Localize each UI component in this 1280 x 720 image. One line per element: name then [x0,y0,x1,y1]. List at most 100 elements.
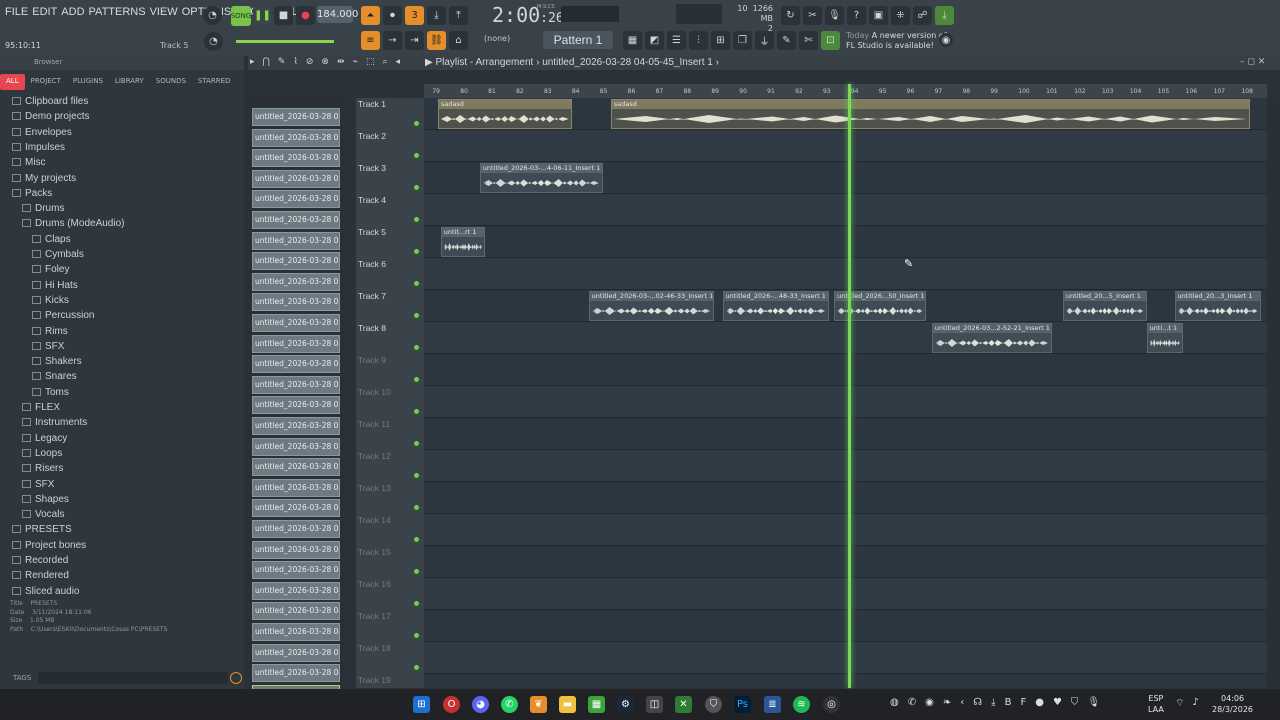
track-label[interactable]: Track 13 [358,483,391,493]
track-lane[interactable] [424,322,1267,354]
pattern-item[interactable]: untitled_2026-03-28 04-... [252,540,340,559]
news-panel[interactable]: Today A newer version of FL Studio is ava… [846,31,947,51]
pattern-item[interactable]: untitled_2026-03-28 04-... [252,602,340,621]
track-mute-led[interactable] [414,217,419,222]
browser-item[interactable]: Rendered [12,570,69,581]
pattern-item[interactable]: untitled_2026-03-28 03-... [252,211,340,229]
browser-item[interactable]: Kicks [32,295,69,306]
track-label[interactable]: Track 6 [358,259,386,269]
browser-item[interactable]: Instruments [22,417,87,428]
slip-icon[interactable]: ⇹ [337,57,345,67]
mute-icon[interactable]: ⊗ [321,57,329,67]
tray-shield-icon[interactable]: ⛉ [1071,697,1079,708]
link-icon[interactable]: ⛓ [427,31,446,50]
zoom-icon[interactable]: ⌕ [382,57,387,67]
pattern-item[interactable]: untitled_2026-03-28 03-... [252,334,340,353]
tray-headset-icon[interactable]: ☊ [973,697,982,708]
playhead[interactable] [848,84,852,688]
track-label[interactable]: Track 18 [358,643,391,653]
pattern-item[interactable]: untitled_2026-03-28 03-... [252,520,340,538]
spotify-icon[interactable]: ≋ [793,696,810,713]
playback-icon[interactable]: ◂ [396,57,401,67]
track-lane[interactable] [424,610,1267,642]
track-lane[interactable] [424,226,1267,258]
track-label[interactable]: Track 11 [358,419,390,429]
pattern-item[interactable]: untitled_2026-03-28 03-... [252,437,340,456]
browser-item[interactable]: Rims [32,326,68,337]
pattern-item[interactable]: untitled_2026-03-28 04-... [252,643,340,662]
playlist-tools[interactable]: ▸ ⋂ ✎ ⌇ ⊘ ⊗ ⇹ ⌁ ⬚ ⌕ ◂ [250,57,400,67]
track-label[interactable]: Track 19 [358,675,391,685]
tray-whatsapp-icon[interactable]: ✆ [908,697,916,708]
audio-clip[interactable]: sadasd [437,99,572,129]
tray-red-icon[interactable]: ♥ [1053,697,1062,708]
browser-item[interactable]: Drums (ModeAudio) [22,218,124,229]
browser-item[interactable]: Drums [22,203,64,214]
pattern-item[interactable]: untitled_2026-03-28 03-... [252,417,340,435]
browser-item[interactable]: Claps [32,234,71,245]
browser-item[interactable]: Envelopes [12,127,72,138]
menu-add[interactable]: ADD [61,6,84,18]
metronome-dial-icon[interactable]: ◔ [203,6,222,25]
master-volume-slider[interactable] [236,40,334,43]
store-icon[interactable]: ◫ [646,696,663,713]
undo-icon[interactable]: ↻ [781,6,800,25]
track-lane[interactable] [424,386,1267,418]
tags-input[interactable] [38,672,228,684]
track-mute-led[interactable] [414,409,419,414]
pattern-item[interactable]: untitled_2026-03-28 03-... [252,128,340,147]
audio-clip[interactable]: untitled_2026-...48-33_Insert 1 [722,291,829,321]
microphone-icon[interactable]: 🎙 [825,6,844,25]
track-label[interactable]: Track 15 [358,547,391,557]
clipboard-icon[interactable]: ❐ [733,31,752,50]
browser-tab-starred[interactable]: STARRED [192,74,237,90]
midi-icon[interactable]: ⁜ [891,6,910,25]
browser-item[interactable]: Shapes [22,494,69,505]
track-label[interactable]: Track 17 [358,611,391,621]
track-lane[interactable] [424,130,1267,162]
track-lane[interactable] [424,194,1267,226]
stop-icon[interactable]: ■ [274,6,293,25]
track-lane[interactable] [424,674,1267,688]
track-mute-led[interactable] [414,633,419,638]
track-lane[interactable] [424,546,1267,578]
opera-icon[interactable]: O [443,696,460,713]
track-mute-led[interactable] [414,537,419,542]
pattern-item[interactable]: untitled_2026-03-28 04-... [252,664,340,683]
select-icon[interactable]: ⬚ [366,57,375,67]
track-label[interactable]: Track 14 [358,515,391,525]
browser-item[interactable]: Clipboard files [12,96,88,107]
download-icon[interactable]: ⤓ [935,6,954,25]
browser-item[interactable]: Misc [12,157,46,168]
browser-item[interactable]: Risers [22,463,63,474]
pattern-item[interactable]: untitled_2026-03-28 03-... [252,169,340,188]
tray-f-icon[interactable]: F [1020,697,1026,708]
pattern-item[interactable]: untitled_2026-03-28 04-... [252,561,340,580]
volume-icon[interactable]: ♪ [1192,697,1198,710]
save-icon[interactable]: ▣ [869,6,888,25]
countdown-icon[interactable]: 3 [405,6,424,25]
notepad-icon[interactable]: ≣ [764,696,781,713]
track-mute-led[interactable] [414,505,419,510]
browser-item[interactable]: Cymbals [32,249,84,260]
browser-item[interactable]: My projects [12,173,76,184]
pattern-item[interactable]: untitled_2026-03-28 03-... [252,231,340,250]
fl-studio-icon[interactable]: ❦ [530,696,547,713]
track-mute-led[interactable] [414,185,419,190]
xbox-icon[interactable]: ✕ [675,696,692,713]
browser-item[interactable]: Impulses [12,142,65,153]
browser-tab-plugins[interactable]: PLUGINS [67,74,109,90]
magnet-icon[interactable]: ⋂ [263,57,270,67]
plugin-db-icon[interactable]: ⊞ [711,31,730,50]
browser-item[interactable]: Vocals [22,509,64,520]
pattern-item[interactable]: untitled_2026-03-28 03-... [252,293,340,312]
pencil-icon[interactable]: ✎ [278,57,286,67]
track-label[interactable]: Track 10 [358,387,391,397]
tray-status[interactable]: ⌔ ♪ [1175,697,1199,710]
audio-clip[interactable]: untitled_2026-03-...4-06-11_Insert 1 [479,163,603,193]
search-icon[interactable] [230,672,242,684]
steam-icon[interactable]: ⚙ [617,696,634,713]
browser-tab-sounds[interactable]: SOUNDS [150,74,192,90]
mixer-icon[interactable]: ⫶ [689,31,708,50]
browser-tab-library[interactable]: LIBRARY [109,74,150,90]
